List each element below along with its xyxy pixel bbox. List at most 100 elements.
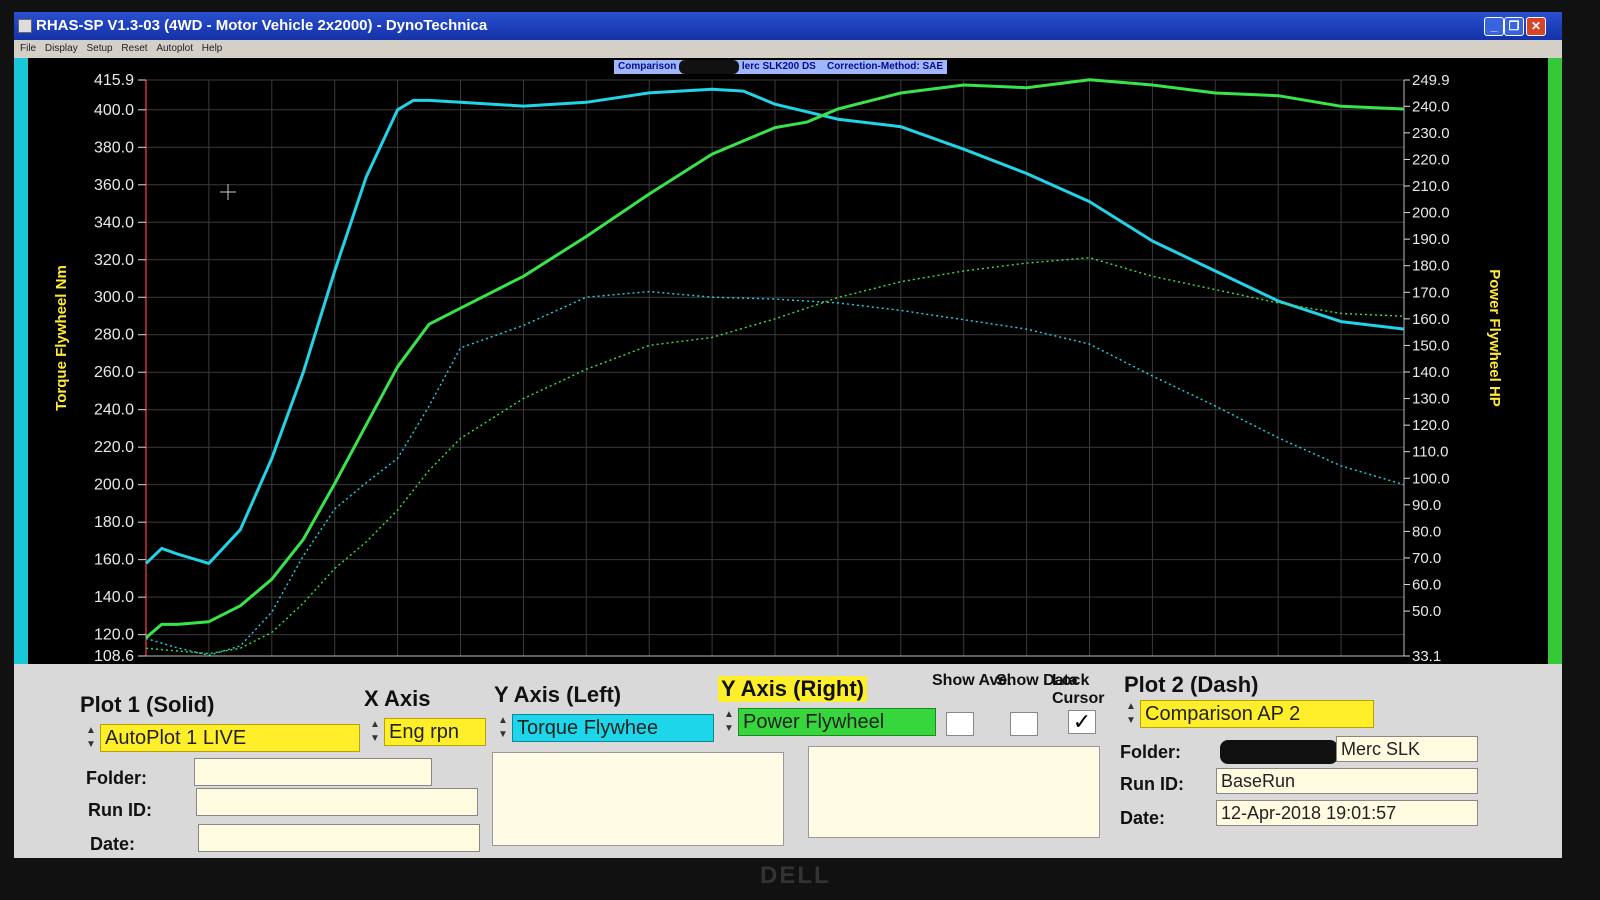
y-left-tick-label: 140.0 [94, 589, 134, 606]
plot1-runid-label: Run ID: [88, 800, 152, 820]
yright-spinner[interactable]: ▲ ▼ [722, 708, 736, 738]
y-left-tick-label: 340.0 [94, 214, 134, 231]
comparison-info-bar: Comparison lerc SLK200 DS Correction-Met… [614, 60, 948, 74]
y-left-tick-label: 220.0 [94, 439, 134, 456]
info-comparison: Comparison [618, 61, 677, 72]
y-left-tick-label: 360.0 [94, 177, 134, 194]
yright-info-box [808, 746, 1100, 838]
y-left-axis-title: Torque Flywheel Nm [53, 265, 70, 411]
y-right-tick-label: 240.0 [1412, 98, 1450, 115]
y-right-axis-title: Power Flywheel HP [1486, 269, 1503, 407]
yleft-label: Y Axis (Left) [494, 682, 622, 707]
y-right-tick-label: 200.0 [1412, 205, 1450, 222]
y-right-tick-label: 130.0 [1412, 391, 1450, 408]
info-vehicle: lerc SLK200 DS [741, 61, 816, 72]
y-left-tick-label: 200.0 [94, 477, 134, 494]
yright-select[interactable]: Power Flywheel [738, 708, 936, 736]
y-left-tick-label: 380.0 [94, 139, 134, 156]
y-right-tick-label: 190.0 [1412, 231, 1450, 248]
show-ave-label: Show Ave. [932, 672, 1012, 689]
show-data-label: Show Data [996, 672, 1078, 689]
menu-reset[interactable]: Reset [121, 40, 147, 58]
plot2-folder-label: Folder: [1120, 742, 1181, 762]
menu-autoplot[interactable]: Autoplot [156, 40, 193, 58]
y-right-tick-label: 100.0 [1412, 470, 1450, 487]
y-right-tick-label: 170.0 [1412, 284, 1450, 301]
y-right-tick-label: 80.0 [1412, 523, 1441, 540]
plot1-spinner[interactable]: ▲ ▼ [84, 724, 98, 754]
show-data-checkbox[interactable] [1010, 712, 1038, 736]
show-ave-checkbox[interactable] [946, 712, 974, 736]
y-right-tick-label: 60.0 [1412, 577, 1441, 594]
menu-bar: File Display Setup Reset Autoplot Help [14, 40, 1562, 58]
y-right-tick-label: 90.0 [1412, 497, 1441, 514]
yright-label: Y Axis (Right) [718, 676, 868, 702]
plot1-label: Plot 1 (Solid) [80, 692, 215, 717]
y-right-tick-label: 50.0 [1412, 603, 1441, 620]
redacted-folder [1220, 740, 1338, 764]
monitor-brand-logo: DELL [760, 862, 831, 889]
y-right-tick-label: 140.0 [1412, 364, 1450, 381]
y-right-tick-label: 110.0 [1412, 444, 1448, 461]
y-left-tick-label: 180.0 [94, 514, 134, 531]
menu-file[interactable]: File [20, 40, 36, 58]
lock-cursor-checkbox[interactable]: ✓ [1068, 710, 1096, 734]
right-axis-strip [1548, 58, 1562, 664]
xaxis-select[interactable]: Eng rpn [384, 718, 486, 746]
y-left-tick-label: 280.0 [94, 327, 134, 344]
maximize-button[interactable]: ❐ [1504, 17, 1524, 36]
y-right-tick-label: 220.0 [1412, 151, 1450, 168]
left-axis-strip [14, 58, 28, 664]
y-right-tick-label: 150.0 [1412, 337, 1450, 354]
window-title: RHAS-SP V1.3-03 (4WD - Motor Vehicle 2x2… [36, 17, 488, 34]
plot1-date-field[interactable] [198, 824, 480, 852]
y-left-tick-label: 160.0 [94, 552, 134, 569]
y-left-tick-label: 260.0 [94, 364, 134, 381]
yleft-spinner[interactable]: ▲ ▼ [496, 714, 510, 744]
y-left-tick-label: 400.0 [94, 102, 134, 119]
plot1-date-label: Date: [90, 834, 136, 854]
y-left-tick-label: 108.6 [94, 648, 134, 664]
plot2-runid-field[interactable]: BaseRun [1216, 768, 1478, 794]
close-button[interactable]: ✕ [1526, 17, 1546, 36]
y-right-tick-label: 33.1 [1412, 648, 1441, 664]
minimize-button[interactable]: _ [1484, 17, 1504, 36]
y-right-tick-label: 160.0 [1412, 311, 1450, 328]
menu-help[interactable]: Help [202, 40, 223, 58]
plot2-label: Plot 2 (Dash) [1124, 672, 1259, 697]
y-left-tick-label: 240.0 [94, 402, 134, 419]
y-right-tick-label: 249.9 [1412, 72, 1450, 89]
plot2-date-field[interactable]: 12-Apr-2018 19:01:57 [1216, 800, 1478, 826]
y-left-tick-label: 320.0 [94, 252, 134, 269]
y-right-tick-label: 230.0 [1412, 125, 1450, 142]
plot1-folder-field[interactable] [194, 758, 432, 786]
plot2-date-label: Date: [1120, 808, 1166, 828]
title-bar: RHAS-SP V1.3-03 (4WD - Motor Vehicle 2x2… [14, 12, 1562, 40]
redacted-block [679, 60, 740, 74]
yleft-select[interactable]: Torque Flywhee [512, 714, 714, 742]
y-left-tick-label: 415.9 [94, 72, 134, 89]
plot2-select[interactable]: Comparison AP 2 [1140, 700, 1374, 728]
y-right-tick-label: 210.0 [1412, 178, 1450, 195]
control-panel: Plot 1 (Solid) ▲ ▼ AutoPlot 1 LIVE X Axis… [14, 664, 1562, 858]
y-left-tick-label: 120.0 [94, 627, 134, 644]
plot1-runid-field[interactable] [196, 788, 478, 816]
plot2-folder-field[interactable]: Merc SLK [1336, 736, 1478, 762]
chart-svg: 415.9 400.0 380.0 360.0 340.0 320.0 300.0 280.0… [53, 72, 1503, 680]
xaxis-label: X Axis [364, 686, 431, 711]
plot1-select[interactable]: AutoPlot 1 LIVE [100, 724, 360, 752]
plot2-spinner[interactable]: ▲ ▼ [1124, 700, 1138, 730]
xaxis-spinner[interactable]: ▲ ▼ [368, 718, 382, 748]
yleft-info-box [492, 752, 784, 846]
app-icon [18, 19, 32, 33]
dyno-plot[interactable]: Comparison lerc SLK200 DS Correction-Met… [14, 58, 1562, 680]
y-left-tick-label: 300.0 [94, 289, 134, 306]
menu-setup[interactable]: Setup [86, 40, 112, 58]
y-right-tick-label: 70.0 [1412, 550, 1441, 567]
plot1-folder-label: Folder: [86, 768, 147, 788]
y-right-tick-label: 120.0 [1412, 417, 1450, 434]
menu-display[interactable]: Display [45, 40, 78, 58]
lock-cursor-label: Lock Cursor [1052, 672, 1105, 707]
plot2-runid-label: Run ID: [1120, 774, 1184, 794]
app-window: RHAS-SP V1.3-03 (4WD - Motor Vehicle 2x2… [14, 12, 1562, 858]
